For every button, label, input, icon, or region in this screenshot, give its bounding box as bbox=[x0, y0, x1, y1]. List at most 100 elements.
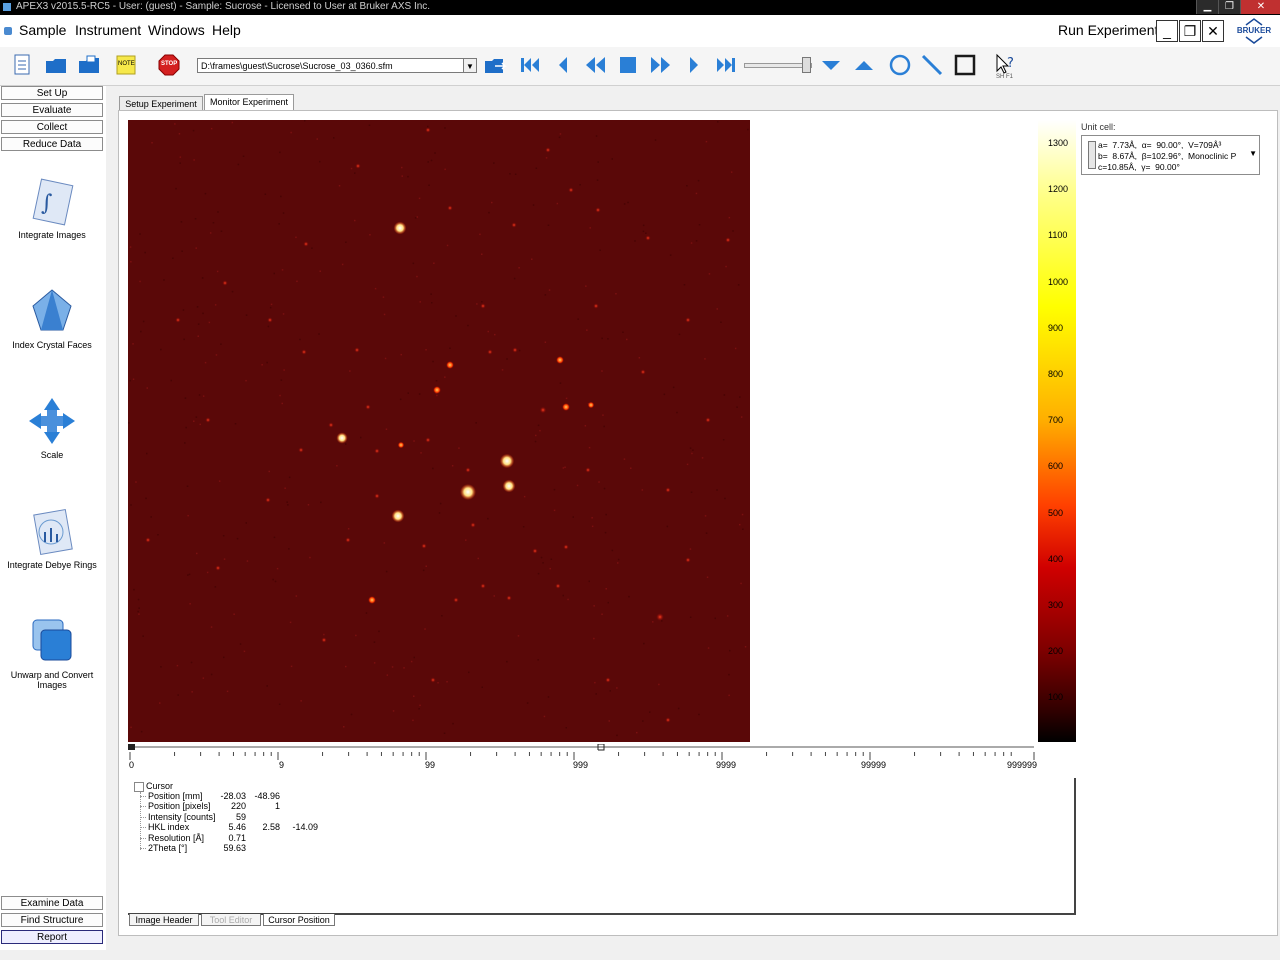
noise-pixel bbox=[180, 221, 183, 223]
stop-icon[interactable]: STOP bbox=[157, 53, 181, 77]
detector-frame-image[interactable] bbox=[128, 120, 750, 742]
noise-pixel bbox=[138, 607, 140, 609]
next-frame-icon[interactable] bbox=[682, 53, 706, 77]
note-icon[interactable]: NOTE bbox=[114, 53, 138, 77]
noise-pixel bbox=[649, 711, 651, 713]
noise-pixel bbox=[547, 224, 550, 226]
tab-image-header[interactable]: Image Header bbox=[129, 914, 199, 926]
nav-find-structure[interactable]: Find Structure bbox=[1, 913, 103, 927]
tree-branch bbox=[140, 848, 146, 849]
diffraction-spot bbox=[487, 349, 493, 355]
scale-min-handle bbox=[128, 744, 135, 750]
noise-pixel bbox=[572, 516, 574, 518]
tool-scale[interactable]: Scale bbox=[4, 396, 100, 460]
noise-pixel bbox=[349, 370, 351, 372]
triangle-up-icon[interactable] bbox=[852, 53, 876, 77]
circle-tool-icon[interactable] bbox=[888, 53, 912, 77]
rewind-icon[interactable] bbox=[583, 53, 607, 77]
new-file-icon[interactable] bbox=[10, 53, 34, 77]
tool-integrate-images[interactable]: ∫ Integrate Images bbox=[4, 176, 100, 240]
first-frame-icon[interactable] bbox=[518, 53, 542, 77]
last-frame-icon[interactable] bbox=[714, 53, 738, 77]
noise-pixel bbox=[444, 127, 446, 129]
tab-setup-experiment[interactable]: Setup Experiment bbox=[119, 96, 203, 111]
restore-panel-button[interactable]: ❐ bbox=[1179, 20, 1201, 42]
open-folder-icon[interactable] bbox=[44, 53, 68, 77]
scale-tick-label: 99999 bbox=[861, 760, 887, 770]
tool-index-crystal-faces[interactable]: Index Crystal Faces bbox=[4, 286, 100, 350]
triangle-down-icon[interactable] bbox=[819, 53, 843, 77]
previous-frame-icon[interactable] bbox=[551, 53, 575, 77]
chevron-down-icon[interactable]: ▼ bbox=[463, 58, 477, 73]
frame-slider[interactable] bbox=[744, 57, 812, 77]
noise-pixel bbox=[537, 424, 540, 427]
noise-pixel bbox=[365, 612, 368, 614]
minimize-window-button[interactable]: ▁ bbox=[1196, 0, 1218, 14]
tree-branch bbox=[140, 806, 146, 808]
menu-help[interactable]: Help bbox=[212, 22, 241, 38]
nav-set-up[interactable]: Set Up bbox=[1, 86, 103, 100]
close-window-button[interactable]: ✕ bbox=[1240, 0, 1280, 14]
noise-pixel bbox=[585, 285, 587, 287]
app-icon bbox=[3, 3, 11, 11]
chevron-down-icon[interactable]: ▼ bbox=[1249, 149, 1257, 158]
cursor-row-label: 2Theta [°] bbox=[148, 843, 188, 853]
tool-unwarp-and-convert-images[interactable]: Unwarp and Convert Images bbox=[4, 616, 100, 690]
slider-thumb[interactable] bbox=[802, 57, 811, 73]
noise-pixel bbox=[617, 558, 620, 561]
rectangle-tool-icon[interactable] bbox=[953, 53, 977, 77]
context-help-icon[interactable]: ? SH F1 bbox=[994, 53, 1024, 80]
nav-collect[interactable]: Collect bbox=[1, 120, 103, 134]
noise-pixel bbox=[410, 660, 413, 663]
unit-cell-dropdown[interactable]: a= 7.73Å, α= 90.00°, V=709Å³ b= 8.67Å, β… bbox=[1081, 135, 1260, 175]
noise-pixel bbox=[137, 610, 139, 613]
restore-window-button[interactable]: ❐ bbox=[1218, 0, 1240, 14]
menu-instrument[interactable]: Instrument bbox=[75, 22, 141, 38]
noise-pixel bbox=[501, 369, 504, 371]
noise-pixel bbox=[598, 481, 600, 483]
noise-pixel bbox=[446, 681, 448, 683]
menu-windows[interactable]: Windows bbox=[148, 22, 205, 38]
tab-monitor-experiment[interactable]: Monitor Experiment bbox=[204, 94, 294, 111]
open-project-icon[interactable] bbox=[77, 53, 101, 77]
close-panel-button[interactable]: ✕ bbox=[1202, 20, 1224, 42]
noise-pixel bbox=[689, 447, 692, 449]
noise-pixel bbox=[605, 513, 607, 516]
noise-pixel bbox=[432, 467, 434, 470]
fast-forward-icon[interactable] bbox=[649, 53, 673, 77]
run-experiment-label: Run Experiment bbox=[1058, 22, 1159, 38]
noise-pixel bbox=[142, 320, 145, 323]
noise-pixel bbox=[622, 331, 624, 333]
noise-pixel bbox=[543, 715, 546, 718]
stop-playback-icon[interactable] bbox=[616, 53, 640, 77]
noise-pixel bbox=[722, 439, 725, 441]
noise-pixel bbox=[383, 542, 386, 544]
nav-evaluate[interactable]: Evaluate bbox=[1, 103, 103, 117]
tab-cursor-position[interactable]: Cursor Position bbox=[263, 914, 335, 926]
noise-pixel bbox=[599, 249, 601, 251]
noise-pixel bbox=[723, 394, 726, 396]
app-menu-icon[interactable] bbox=[4, 27, 12, 35]
noise-pixel bbox=[214, 586, 217, 588]
nav-examine-data[interactable]: Examine Data bbox=[1, 896, 103, 910]
integrate-images-icon: ∫ bbox=[32, 178, 74, 226]
diffraction-spot bbox=[555, 583, 561, 589]
line-tool-icon[interactable] bbox=[920, 53, 944, 77]
nav-reduce-data[interactable]: Reduce Data bbox=[1, 137, 103, 151]
menu-sample[interactable]: Sample bbox=[19, 22, 66, 38]
noise-pixel bbox=[642, 230, 645, 233]
noise-pixel bbox=[422, 569, 425, 572]
cursor-checkbox[interactable] bbox=[134, 782, 144, 792]
nav-report[interactable]: Report bbox=[1, 930, 103, 944]
minimize-panel-button[interactable]: _ bbox=[1156, 20, 1178, 42]
unit-cell-swatch bbox=[1088, 141, 1096, 169]
tool-integrate-debye-rings[interactable]: Integrate Debye Rings bbox=[4, 506, 100, 570]
browse-folder-icon[interactable] bbox=[483, 53, 507, 77]
tool-label: Integrate Images bbox=[18, 230, 86, 240]
frame-path-input[interactable]: D:\frames\guest\Sucrose\Sucrose_03_0360.… bbox=[197, 58, 477, 73]
tab-tool-editor[interactable]: Tool Editor bbox=[201, 914, 261, 926]
noise-pixel bbox=[562, 594, 564, 597]
noise-pixel bbox=[717, 121, 719, 123]
noise-pixel bbox=[698, 224, 701, 226]
noise-pixel bbox=[187, 574, 189, 576]
